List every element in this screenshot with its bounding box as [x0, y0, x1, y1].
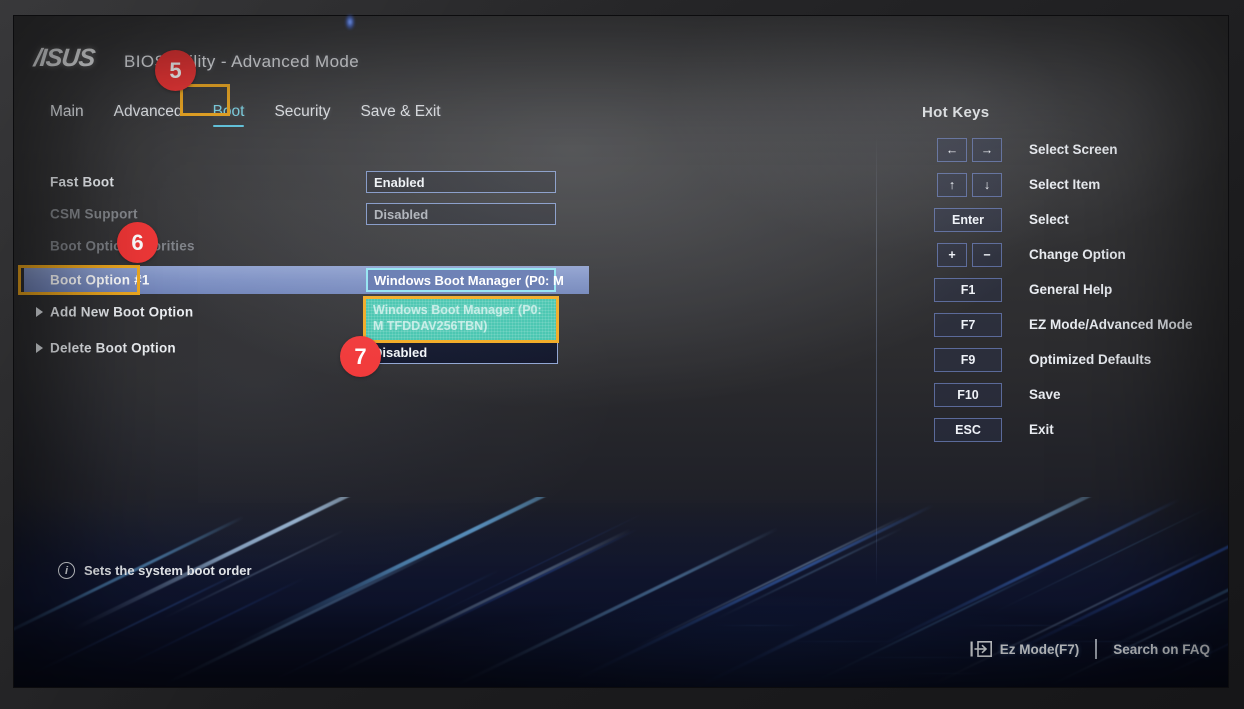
annotation-box-boot-option-1 — [18, 265, 140, 295]
menu-bar: Main Advanced Boot Security Save & Exit — [46, 100, 445, 127]
setting-value-text: Enabled — [374, 174, 425, 190]
annotation-box-boot-tab — [180, 84, 230, 116]
bottom-bar: Ez Mode(F7) Search on FAQ — [970, 639, 1210, 659]
arrow-left-icon: ← — [937, 138, 967, 162]
hotkeys-title: Hot Keys — [922, 104, 990, 121]
ez-mode-label: Ez Mode(F7) — [999, 641, 1080, 657]
hotkey-label: Select Screen — [1029, 142, 1118, 157]
monitor-photo: /ISUS BIOS Utility - Advanced Mode Main … — [0, 0, 1244, 709]
key-f1: F1 — [934, 278, 1002, 302]
hotkey-label: Optimized Defaults — [1029, 352, 1152, 367]
setting-label: CSM Support — [50, 206, 138, 222]
setting-value-text: Windows Boot Manager (P0: M — [374, 272, 564, 288]
bottom-bar-divider — [1095, 639, 1098, 659]
annotation-badge-5: 5 — [155, 50, 196, 91]
bios-screen: /ISUS BIOS Utility - Advanced Mode Main … — [14, 16, 1228, 687]
monitor-screen: /ISUS BIOS Utility - Advanced Mode Main … — [14, 16, 1228, 687]
ez-mode-button[interactable]: Ez Mode(F7) — [970, 641, 1080, 657]
hotkey-label: Select — [1029, 212, 1069, 227]
tab-main[interactable]: Main — [46, 100, 88, 127]
panel-divider — [876, 136, 877, 586]
key-f9: F9 — [934, 348, 1002, 372]
setting-value-boot-option-1[interactable]: Windows Boot Manager (P0: M — [366, 268, 564, 292]
help-bar: i Sets the system boot order — [58, 562, 252, 579]
arrow-right-icon: → — [972, 138, 1002, 162]
hotkey-label: Save — [1029, 387, 1061, 402]
tab-security[interactable]: Security — [270, 100, 334, 127]
hotkey-label: Change Option — [1029, 247, 1126, 262]
setting-value-fast-boot[interactable]: Enabled — [366, 171, 556, 193]
hotkey-label: General Help — [1029, 282, 1113, 297]
menu-item-label: Delete Boot Option — [50, 340, 176, 356]
annotation-badge-7: 7 — [340, 336, 381, 377]
hotkey-label: EZ Mode/Advanced Mode — [1029, 317, 1193, 332]
dropdown-option-disabled[interactable]: Disabled — [365, 341, 557, 363]
setting-value-csm-support[interactable]: Disabled — [366, 203, 556, 225]
arrow-up-icon: ↑ — [937, 173, 967, 197]
tab-save-exit[interactable]: Save & Exit — [356, 100, 444, 127]
info-icon: i — [58, 562, 75, 579]
minus-icon: − — [972, 243, 1002, 267]
search-on-faq-button[interactable]: Search on FAQ — [1113, 642, 1210, 657]
setting-label: Fast Boot — [50, 174, 115, 190]
hotkey-label: Exit — [1029, 422, 1054, 437]
asus-logo: /ISUS — [32, 44, 96, 72]
annotation-badge-6: 6 — [117, 222, 158, 263]
triangle-right-icon — [36, 343, 43, 353]
ez-mode-icon — [970, 641, 992, 657]
blue-light-artifact — [345, 14, 355, 30]
key-enter: Enter — [934, 208, 1002, 232]
triangle-right-icon — [36, 307, 43, 317]
setting-value-text: Disabled — [374, 206, 429, 222]
help-text: Sets the system boot order — [84, 563, 252, 578]
hotkey-label: Select Item — [1029, 177, 1101, 192]
menu-item-label: Add New Boot Option — [50, 304, 194, 320]
annotation-box-dropdown-option — [363, 296, 559, 343]
key-f10: F10 — [934, 383, 1002, 407]
tab-advanced[interactable]: Advanced — [110, 100, 187, 127]
plus-icon: + — [937, 243, 967, 267]
key-esc: ESC — [934, 418, 1002, 442]
arrow-down-icon: ↓ — [972, 173, 1002, 197]
key-f7: F7 — [934, 313, 1002, 337]
setting-row-fast-boot[interactable]: Fast Boot Enabled — [14, 168, 874, 196]
